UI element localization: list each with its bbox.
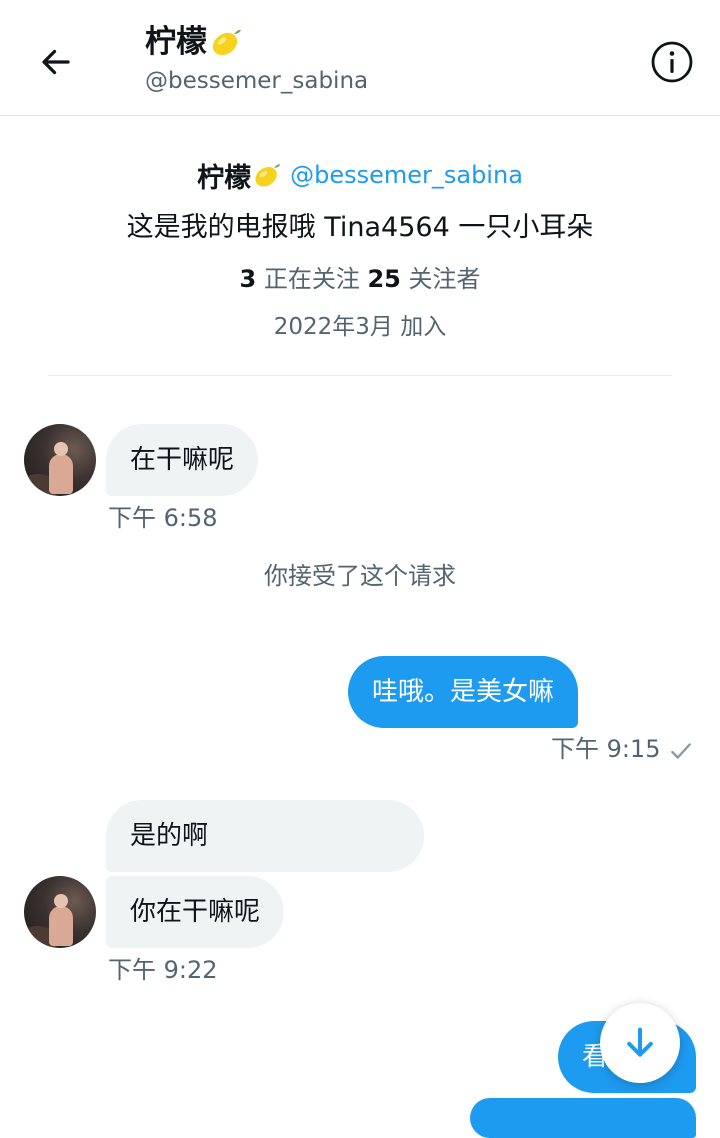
- back-button[interactable]: [30, 36, 82, 88]
- scroll-to-bottom-button[interactable]: [600, 1003, 680, 1083]
- lemon-emoji-icon: [212, 29, 241, 56]
- header-title[interactable]: 柠檬: [145, 20, 243, 64]
- message-text: 哇哦。是美女嘛: [372, 677, 555, 707]
- message-time: 下午 9:15: [551, 735, 661, 763]
- message-text: 是的啊: [130, 821, 209, 851]
- arrow-down-icon: [627, 1027, 653, 1057]
- header-handle: @bessemer_sabina: [145, 68, 369, 94]
- follow-stats: 3 正在关注 25 关注者: [0, 262, 720, 296]
- info-icon: [651, 41, 693, 83]
- checkmark-icon: [671, 743, 691, 759]
- message-time: 下午 9:22: [108, 956, 218, 984]
- message-bubble-incoming[interactable]: 是的啊: [106, 800, 424, 872]
- message-text: 你在干嘛呢: [130, 897, 261, 927]
- back-arrow-icon: [42, 49, 70, 75]
- following-count[interactable]: 3: [239, 265, 256, 293]
- message-bubble-outgoing[interactable]: [470, 1098, 696, 1138]
- profile-divider: [48, 375, 672, 376]
- followers-count[interactable]: 25: [367, 265, 400, 293]
- avatar[interactable]: [24, 424, 96, 496]
- profile-name-row[interactable]: 柠檬 @bessemer_sabina: [0, 155, 720, 195]
- joined-date: 2022年3月 加入: [273, 314, 447, 340]
- profile-handle: @bessemer_sabina: [290, 161, 523, 189]
- profile-name-wrap: 柠檬: [197, 156, 282, 195]
- message-bubble-incoming[interactable]: 你在干嘛呢: [106, 876, 285, 948]
- profile-bio: 这是我的电报哦 Tina4564 一只小耳朵: [126, 212, 594, 243]
- avatar[interactable]: [24, 876, 96, 948]
- header-display-name: 柠檬: [145, 24, 207, 60]
- message-bubble-incoming[interactable]: 在干嘛呢: [106, 424, 259, 496]
- message-bubble-outgoing[interactable]: 哇哦。是美女嘛: [348, 656, 579, 728]
- conversation-header: 柠檬 @bessemer_sabina: [0, 0, 720, 116]
- followers-label[interactable]: 关注者: [409, 265, 481, 293]
- info-button[interactable]: [648, 38, 696, 86]
- lemon-emoji-icon: [255, 164, 281, 187]
- system-message: 你接受了这个请求: [264, 562, 456, 590]
- message-time: 下午 6:58: [108, 504, 218, 532]
- message-text: 在干嘛呢: [130, 445, 235, 475]
- profile-display-name: 柠檬: [197, 162, 252, 194]
- following-label[interactable]: 正在关注: [264, 265, 360, 293]
